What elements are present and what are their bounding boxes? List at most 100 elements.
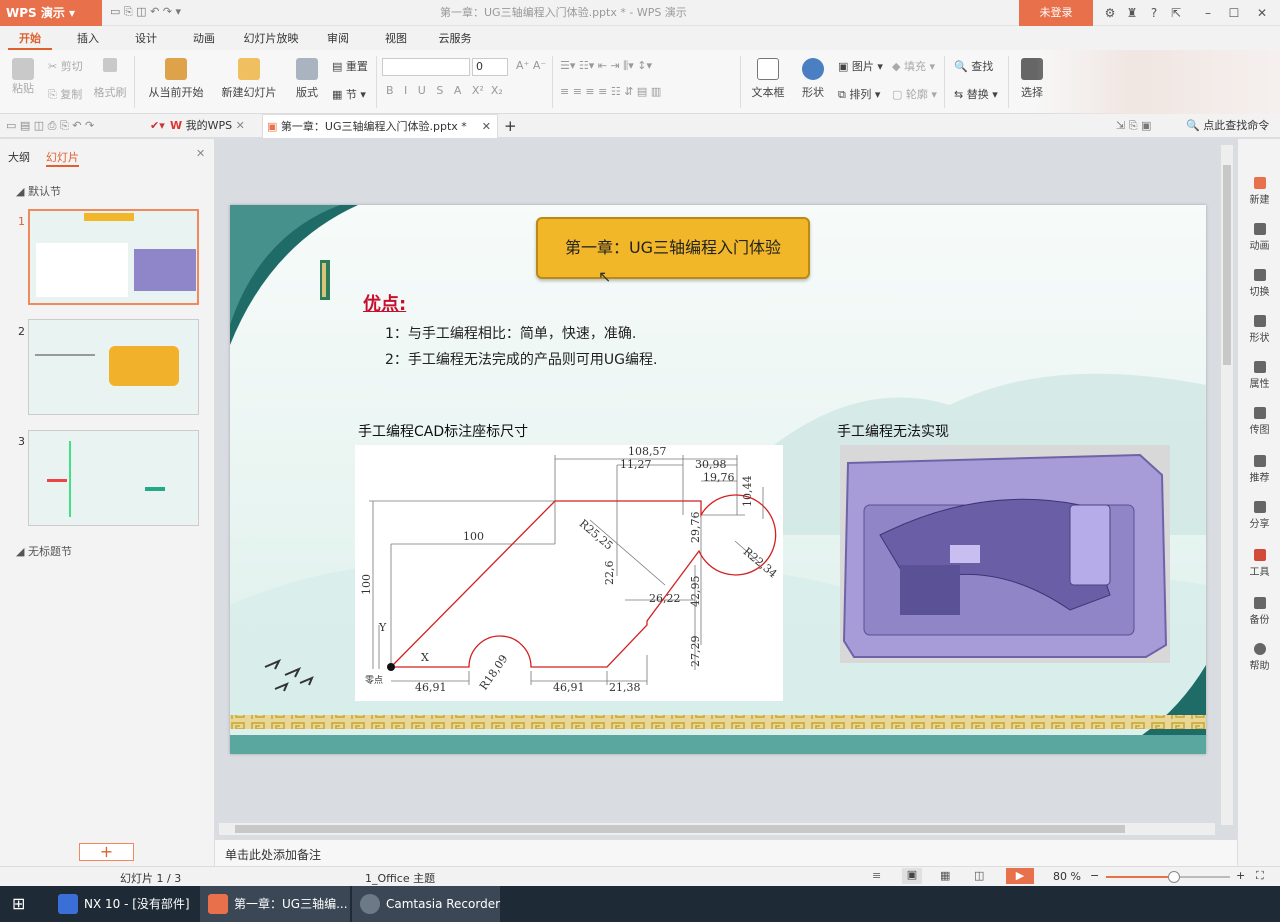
- slide-thumbnail-3[interactable]: [28, 430, 199, 526]
- doc-right-tools[interactable]: ⇲ ⎘ ▣: [1116, 114, 1151, 138]
- reading-view-icon[interactable]: ◫: [974, 869, 984, 882]
- normal-view-icon[interactable]: ▣: [902, 868, 922, 884]
- close-tab-icon[interactable]: ✕: [482, 115, 491, 139]
- taskbar-nx[interactable]: NX 10 - [没有部件]: [50, 886, 200, 922]
- format-painter-button[interactable]: 格式刷: [92, 58, 128, 100]
- cad-drawing[interactable]: 108,57 11,27 30,98 19,76 10,44 100 R25,2…: [355, 445, 783, 701]
- rp-share[interactable]: 分享: [1238, 501, 1280, 530]
- superscript-button[interactable]: X²: [472, 84, 484, 97]
- bold-button[interactable]: B: [386, 84, 394, 97]
- zoom-out-icon[interactable]: −: [1090, 869, 1099, 882]
- tab-home[interactable]: 开始: [8, 26, 52, 50]
- advantage-point-2[interactable]: 2：手工编程无法完成的产品则可用UG编程.: [385, 349, 657, 369]
- minimize-button[interactable]: –: [1194, 0, 1222, 26]
- new-slide-button[interactable]: 新建幻灯片: [216, 58, 282, 100]
- scroll-thumb[interactable]: [1223, 165, 1231, 365]
- section-button[interactable]: ▦ 节 ▾: [332, 86, 366, 102]
- notes-toggle-icon[interactable]: ≡: [872, 869, 881, 882]
- title-scroll[interactable]: 第一章：UG三轴编程入门体验: [536, 217, 810, 279]
- slide-title[interactable]: 第一章：UG三轴编程入门体验: [538, 219, 808, 277]
- font-size-select[interactable]: 0: [472, 58, 508, 76]
- tab-review[interactable]: 审阅: [316, 26, 360, 50]
- rp-backup[interactable]: 备份: [1238, 597, 1280, 626]
- slide-thumbnail-1[interactable]: [28, 209, 199, 305]
- zoom-slider[interactable]: [1106, 871, 1230, 883]
- notes-pane[interactable]: 单击此处添加备注: [215, 839, 1237, 866]
- tab-animation[interactable]: 动画: [182, 26, 226, 50]
- zoom-slider-knob[interactable]: [1168, 871, 1181, 883]
- tab-insert[interactable]: 插入: [66, 26, 110, 50]
- list-bullets-icon[interactable]: ☰▾ ☷▾ ⇤ ⇥ ⫼▾ ↕▾: [560, 59, 652, 73]
- close-panel-icon[interactable]: ✕: [196, 147, 205, 160]
- arrange-button[interactable]: ⧉ 排列 ▾: [838, 86, 880, 102]
- play-slideshow-icon[interactable]: ▶: [1006, 868, 1034, 884]
- slide-thumbnail-2[interactable]: [28, 319, 199, 415]
- subscript-button[interactable]: X₂: [491, 84, 503, 97]
- paste-button[interactable]: 粘贴: [8, 58, 38, 96]
- font-grow-icon[interactable]: A⁺ A⁻: [516, 59, 546, 72]
- cad-caption[interactable]: 手工编程CAD标注座标尺寸: [358, 421, 528, 441]
- advantages-heading[interactable]: 优点:: [363, 290, 406, 316]
- close-button[interactable]: ✕: [1248, 0, 1276, 26]
- tab-design[interactable]: 设计: [124, 26, 168, 50]
- fit-window-icon[interactable]: ⛶: [1256, 869, 1264, 883]
- rp-shape[interactable]: 形状: [1238, 315, 1280, 344]
- tab-my-wps[interactable]: W 我的WPS ✕: [170, 114, 245, 138]
- taskbar-wps[interactable]: 第一章：UG三轴编...: [200, 886, 350, 922]
- font-color-button[interactable]: A: [454, 84, 462, 97]
- sorter-view-icon[interactable]: ▦: [940, 869, 950, 882]
- rp-upload[interactable]: 传图: [1238, 407, 1280, 436]
- notes-placeholder[interactable]: 单击此处添加备注: [225, 846, 321, 863]
- copy-button[interactable]: ⎘ 复制: [48, 86, 82, 102]
- cut-button[interactable]: ✂ 剪切: [48, 58, 83, 74]
- from-current-button[interactable]: 从当前开始: [144, 58, 208, 100]
- layout-button[interactable]: 版式: [290, 58, 324, 100]
- doc-quick-tools[interactable]: ▭ ▤ ◫ ⎙ ⎘ ↶ ↷: [6, 114, 94, 138]
- picture-button[interactable]: ▣ 图片 ▾: [838, 58, 883, 74]
- rp-animation[interactable]: 动画: [1238, 223, 1280, 252]
- rp-recommend[interactable]: 推荐: [1238, 455, 1280, 484]
- find-button[interactable]: 🔍 查找: [954, 58, 993, 74]
- shape-button[interactable]: 形状: [796, 58, 830, 100]
- outline-button[interactable]: ▢ 轮廓 ▾: [892, 86, 937, 102]
- rp-tools[interactable]: 工具: [1238, 549, 1280, 578]
- rp-help[interactable]: 帮助: [1238, 643, 1280, 672]
- zoom-in-icon[interactable]: +: [1236, 869, 1245, 882]
- paragraph-align-icon[interactable]: ≡ ≡ ≡ ≡ ☷ ⇵ ▤ ▥: [560, 85, 661, 98]
- tab-current-document[interactable]: ▣ 第一章：UG三轴编程入门体验.pptx * ✕: [262, 114, 498, 138]
- app-menu-button[interactable]: WPS 演示 ▾: [0, 0, 102, 26]
- add-slide-button[interactable]: +: [79, 843, 134, 861]
- italic-button[interactable]: I: [404, 84, 407, 97]
- reset-button[interactable]: ▤ 重置: [332, 58, 368, 74]
- replace-button[interactable]: ⇆ 替换 ▾: [954, 86, 998, 102]
- slide[interactable]: 第一章：UG三轴编程入门体验 ↖ 优点: 1：与手工编程相比：简单，快速，准确.…: [230, 205, 1206, 754]
- advantage-point-1[interactable]: 1：与手工编程相比：简单，快速，准确.: [385, 323, 636, 343]
- login-button[interactable]: 未登录: [1019, 0, 1093, 26]
- model-caption[interactable]: 手工编程无法实现: [837, 421, 949, 441]
- mold-model-image[interactable]: [840, 445, 1170, 663]
- rp-new[interactable]: 新建: [1238, 177, 1280, 206]
- tab-slides[interactable]: 幻灯片: [46, 149, 79, 167]
- maximize-button[interactable]: ☐: [1220, 0, 1248, 26]
- horizontal-scrollbar[interactable]: [219, 823, 1215, 835]
- restore-layout-icon[interactable]: ⇱: [1162, 0, 1190, 26]
- windows-start-icon[interactable]: ⊞: [12, 895, 30, 913]
- hscroll-thumb[interactable]: [235, 825, 1125, 833]
- tab-view[interactable]: 视图: [374, 26, 418, 50]
- new-tab-button[interactable]: +: [504, 114, 517, 138]
- fill-button[interactable]: ◆ 填充 ▾: [892, 58, 935, 74]
- strike-button[interactable]: S: [436, 84, 443, 97]
- pin-icon[interactable]: ✔▾: [150, 114, 165, 138]
- tab-cloud[interactable]: 云服务: [430, 26, 480, 50]
- section-default[interactable]: ◢ 默认节: [16, 183, 61, 199]
- textbox-button[interactable]: 文本框: [748, 58, 788, 100]
- rp-transition[interactable]: 切换: [1238, 269, 1280, 298]
- zoom-level[interactable]: 80 %: [1053, 870, 1081, 883]
- underline-button[interactable]: U: [418, 84, 426, 97]
- taskbar-camtasia[interactable]: Camtasia Recorder: [352, 886, 500, 922]
- font-name-select[interactable]: [382, 58, 470, 76]
- tab-outline[interactable]: 大纲: [8, 149, 30, 165]
- search-command-box[interactable]: 🔍 点此查找命令: [1186, 114, 1269, 138]
- quick-access-toolbar[interactable]: ▭ ⎘ ◫ ↶ ↷ ▾: [110, 5, 181, 19]
- tab-slideshow[interactable]: 幻灯片放映: [236, 26, 306, 50]
